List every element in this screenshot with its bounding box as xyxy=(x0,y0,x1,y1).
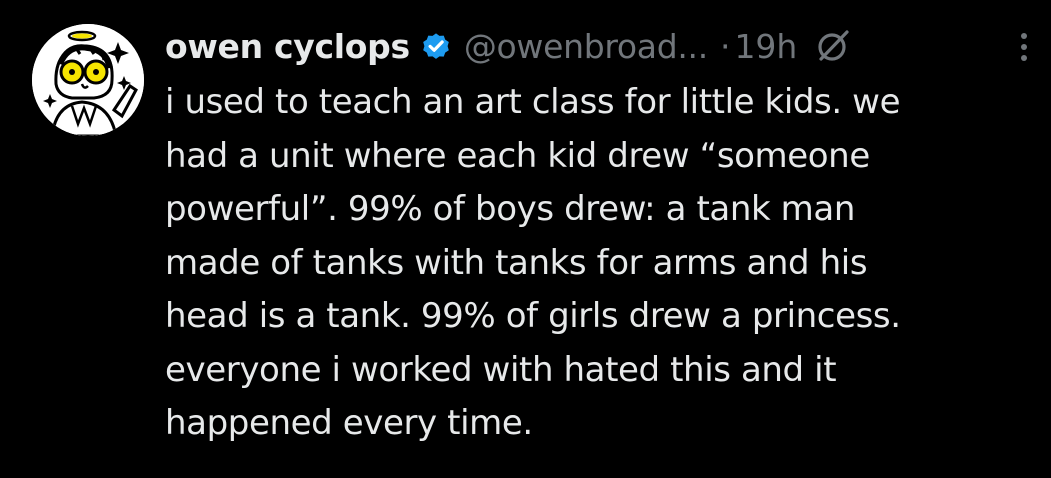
tweet-text-line: everyone i worked with hated this and it xyxy=(165,349,837,390)
tweet-text-line: made of tanks with tanks for arms and hi… xyxy=(165,242,868,283)
cyclops-avatar-icon xyxy=(32,24,144,136)
tweet-timestamp[interactable]: 19h xyxy=(734,27,797,66)
tweet-card[interactable]: owen cyclops @owenbroad... · 19h i used … xyxy=(0,0,1051,478)
more-options-icon[interactable] xyxy=(1016,30,1032,66)
tweet-text: i used to teach an art class for little … xyxy=(165,76,1025,451)
author-display-name[interactable]: owen cyclops xyxy=(165,27,410,66)
tweet-text-line: happened every time. xyxy=(165,403,533,443)
author-handle[interactable]: @owenbroad... xyxy=(464,27,708,66)
header-separator: · xyxy=(719,26,731,66)
verified-badge-icon[interactable] xyxy=(420,30,452,62)
grok-icon[interactable] xyxy=(815,28,851,64)
tweet-header: owen cyclops @owenbroad... · 19h xyxy=(165,20,851,72)
tweet-text-line: i used to teach an art class for little … xyxy=(165,82,901,122)
author-avatar[interactable] xyxy=(32,24,144,136)
tweet-text-line: head is a tank. 99% of girls drew a prin… xyxy=(165,296,901,336)
tweet-text-line: powerful”. 99% of boys drew: a tank man xyxy=(165,189,855,229)
tweet-text-line: had a unit where each kid drew “someone xyxy=(165,135,870,176)
